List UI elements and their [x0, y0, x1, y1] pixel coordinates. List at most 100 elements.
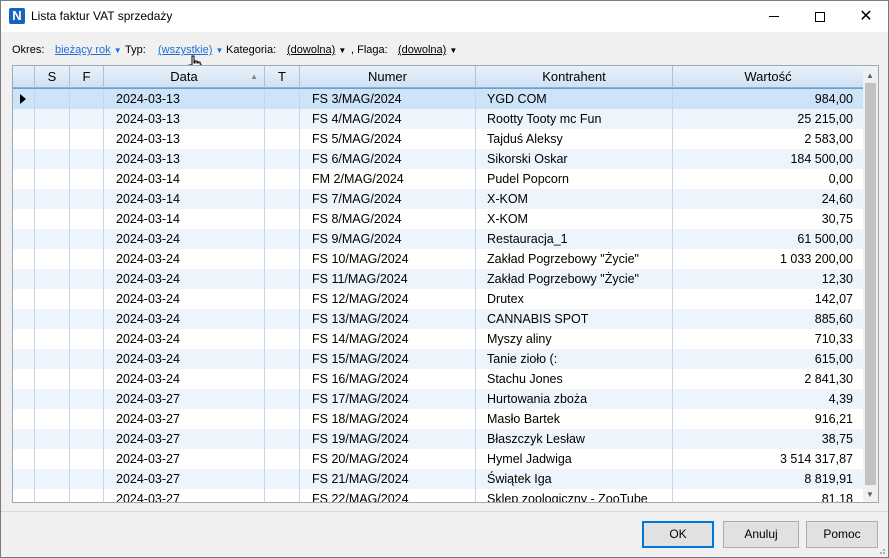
- period-dropdown[interactable]: bieżący rok ▼: [55, 44, 122, 56]
- row-indicator: [13, 409, 35, 429]
- cancel-button[interactable]: Anuluj: [723, 521, 799, 548]
- cell-s: [35, 489, 70, 502]
- cell-wartosc: 615,00: [814, 352, 853, 366]
- row-indicator: [13, 149, 35, 169]
- cell-wartosc: 2 583,00: [804, 132, 853, 146]
- title-bar[interactable]: N Lista faktur VAT sprzedaży ✕: [1, 1, 888, 32]
- cell-kontrahent: Zakład Pogrzebowy "Życie": [476, 249, 673, 269]
- cell-data: 2024-03-27: [104, 429, 265, 449]
- window-title: Lista faktur VAT sprzedaży: [31, 9, 173, 23]
- cell-data: 2024-03-24: [104, 249, 265, 269]
- cell-data: 2024-03-13: [104, 129, 265, 149]
- cell-s: [35, 369, 70, 389]
- cell-t: [265, 369, 300, 389]
- cell-numer: FS 15/MAG/2024: [300, 349, 476, 369]
- cell-wartosc: 81,18: [821, 492, 853, 503]
- table-row[interactable]: 2024-03-24 FS 13/MAG/2024 CANNABIS SPOT 885…: [13, 309, 863, 329]
- table-row[interactable]: 2024-03-27 FS 19/MAG/2024 Błaszczyk Lesław…: [13, 429, 863, 449]
- table-row[interactable]: 2024-03-14 FM 2/MAG/2024 Pudel Popcorn 0,00: [13, 169, 863, 189]
- maximize-button[interactable]: [797, 1, 843, 32]
- scroll-down-icon[interactable]: ▼: [866, 490, 874, 499]
- cell-s: [35, 349, 70, 369]
- cell-data: 2024-03-14: [104, 189, 265, 209]
- column-header-data[interactable]: Data ▲: [104, 66, 265, 88]
- scroll-up-icon[interactable]: ▲: [866, 71, 874, 80]
- table-row[interactable]: 2024-03-14 FS 8/MAG/2024 X-KOM 30,75: [13, 209, 863, 229]
- cell-s: [35, 189, 70, 209]
- cell-wartosc: 25 215,00: [797, 112, 853, 126]
- cell-wartosc: 0,00: [828, 172, 853, 186]
- filter-bar: Okres: bieżący rok ▼ Typ: (wszystkie) ▼ …: [1, 39, 888, 61]
- table-row[interactable]: 2024-03-27 FS 21/MAG/2024 Świątek Iga 8 819…: [13, 469, 863, 489]
- minimize-button[interactable]: [751, 1, 797, 32]
- table-row[interactable]: 2024-03-24 FS 9/MAG/2024 Restauracja_1 61 5…: [13, 229, 863, 249]
- table-row[interactable]: 2024-03-24 FS 16/MAG/2024 Stachu Jones 2 84…: [13, 369, 863, 389]
- cell-numer: FS 3/MAG/2024: [300, 89, 476, 109]
- cell-kontrahent: Zakład Pogrzebowy "Życie": [476, 269, 673, 289]
- cell-s: [35, 169, 70, 189]
- cell-wartosc: 8 819,91: [804, 472, 853, 486]
- ok-button[interactable]: OK: [642, 521, 714, 548]
- table-row[interactable]: 2024-03-13 FS 5/MAG/2024 Tajduś Aleksy 2 58…: [13, 129, 863, 149]
- close-icon: ✕: [859, 7, 873, 25]
- table-row[interactable]: 2024-03-13 FS 3/MAG/2024 YGD COM 984,00: [13, 88, 864, 110]
- table-row[interactable]: 2024-03-27 FS 17/MAG/2024 Hurtowania zboża…: [13, 389, 863, 409]
- table-row[interactable]: 2024-03-27 FS 20/MAG/2024 Hymel Jadwiga 3 5…: [13, 449, 863, 469]
- table-row[interactable]: 2024-03-27 FS 18/MAG/2024 Masło Bartek 916,…: [13, 409, 863, 429]
- flag-dropdown[interactable]: (dowolna) ▼: [398, 44, 457, 56]
- cell-data: 2024-03-13: [104, 89, 265, 109]
- category-dropdown[interactable]: (dowolna) ▼: [287, 44, 346, 56]
- close-button[interactable]: ✕: [843, 1, 889, 32]
- table-row[interactable]: 2024-03-24 FS 15/MAG/2024 Tanie zioło (: 61…: [13, 349, 863, 369]
- cell-wartosc: 885,60: [814, 312, 853, 326]
- app-logo-icon: N: [9, 8, 25, 24]
- cell-numer: FS 19/MAG/2024: [300, 429, 476, 449]
- vertical-scrollbar[interactable]: ▲ ▼: [863, 66, 878, 502]
- cell-s: [35, 289, 70, 309]
- cell-f: [70, 369, 104, 389]
- table-row[interactable]: 2024-03-24 FS 12/MAG/2024 Drutex 142,07: [13, 289, 863, 309]
- column-header-numer[interactable]: Numer: [300, 66, 476, 88]
- chevron-down-icon: ▼: [449, 46, 458, 55]
- cell-data: 2024-03-13: [104, 109, 265, 129]
- period-label: Okres:: [12, 44, 45, 56]
- resize-grip-icon[interactable]: [876, 545, 886, 555]
- column-header-f[interactable]: F: [70, 66, 104, 88]
- table-row[interactable]: 2024-03-24 FS 14/MAG/2024 Myszy aliny 710,3…: [13, 329, 863, 349]
- scrollbar-thumb[interactable]: [865, 83, 876, 485]
- table-row[interactable]: 2024-03-24 FS 11/MAG/2024 Zakład Pogrzebow…: [13, 269, 863, 289]
- column-header-s[interactable]: S: [35, 66, 70, 88]
- cell-data: 2024-03-14: [104, 169, 265, 189]
- type-value: (wszystkie): [158, 44, 213, 56]
- cell-kontrahent: Restauracja_1: [476, 229, 673, 249]
- column-header-kontrahent[interactable]: Kontrahent: [476, 66, 673, 88]
- cell-t: [265, 209, 300, 229]
- row-indicator: [13, 249, 35, 269]
- table-row[interactable]: 2024-03-13 FS 4/MAG/2024 Rootty Tooty mc F…: [13, 109, 863, 129]
- cell-wartosc: 4,39: [828, 392, 853, 406]
- row-indicator: [13, 89, 35, 109]
- row-indicator: [13, 209, 35, 229]
- cell-t: [265, 309, 300, 329]
- cell-wartosc: 24,60: [821, 192, 853, 206]
- cell-s: [35, 149, 70, 169]
- table-row[interactable]: 2024-03-14 FS 7/MAG/2024 X-KOM 24,60: [13, 189, 863, 209]
- row-indicator: [13, 349, 35, 369]
- column-header-data-label: Data: [170, 69, 198, 84]
- help-button[interactable]: Pomoc: [806, 521, 878, 548]
- column-header-wartosc[interactable]: Wartość: [673, 66, 863, 88]
- cell-f: [70, 129, 104, 149]
- cell-numer: FS 13/MAG/2024: [300, 309, 476, 329]
- table-row[interactable]: 2024-03-24 FS 10/MAG/2024 Zakład Pogrzebow…: [13, 249, 863, 269]
- invoice-table[interactable]: S F Data ▲ T Numer Kontrahent Wartość 202…: [12, 65, 879, 503]
- cell-numer: FS 5/MAG/2024: [300, 129, 476, 149]
- cell-wartosc: 12,30: [821, 272, 853, 286]
- cell-kontrahent: Świątek Iga: [476, 469, 673, 489]
- type-label: Typ:: [125, 44, 146, 56]
- row-indicator: [13, 169, 35, 189]
- row-indicator: [13, 429, 35, 449]
- column-header-t[interactable]: T: [265, 66, 300, 88]
- table-row[interactable]: 2024-03-13 FS 6/MAG/2024 Sikorski Oskar 184…: [13, 149, 863, 169]
- table-row[interactable]: 2024-03-27 FS 22/MAG/2024 Sklep zoologiczn…: [13, 489, 863, 503]
- cell-numer: FS 14/MAG/2024: [300, 329, 476, 349]
